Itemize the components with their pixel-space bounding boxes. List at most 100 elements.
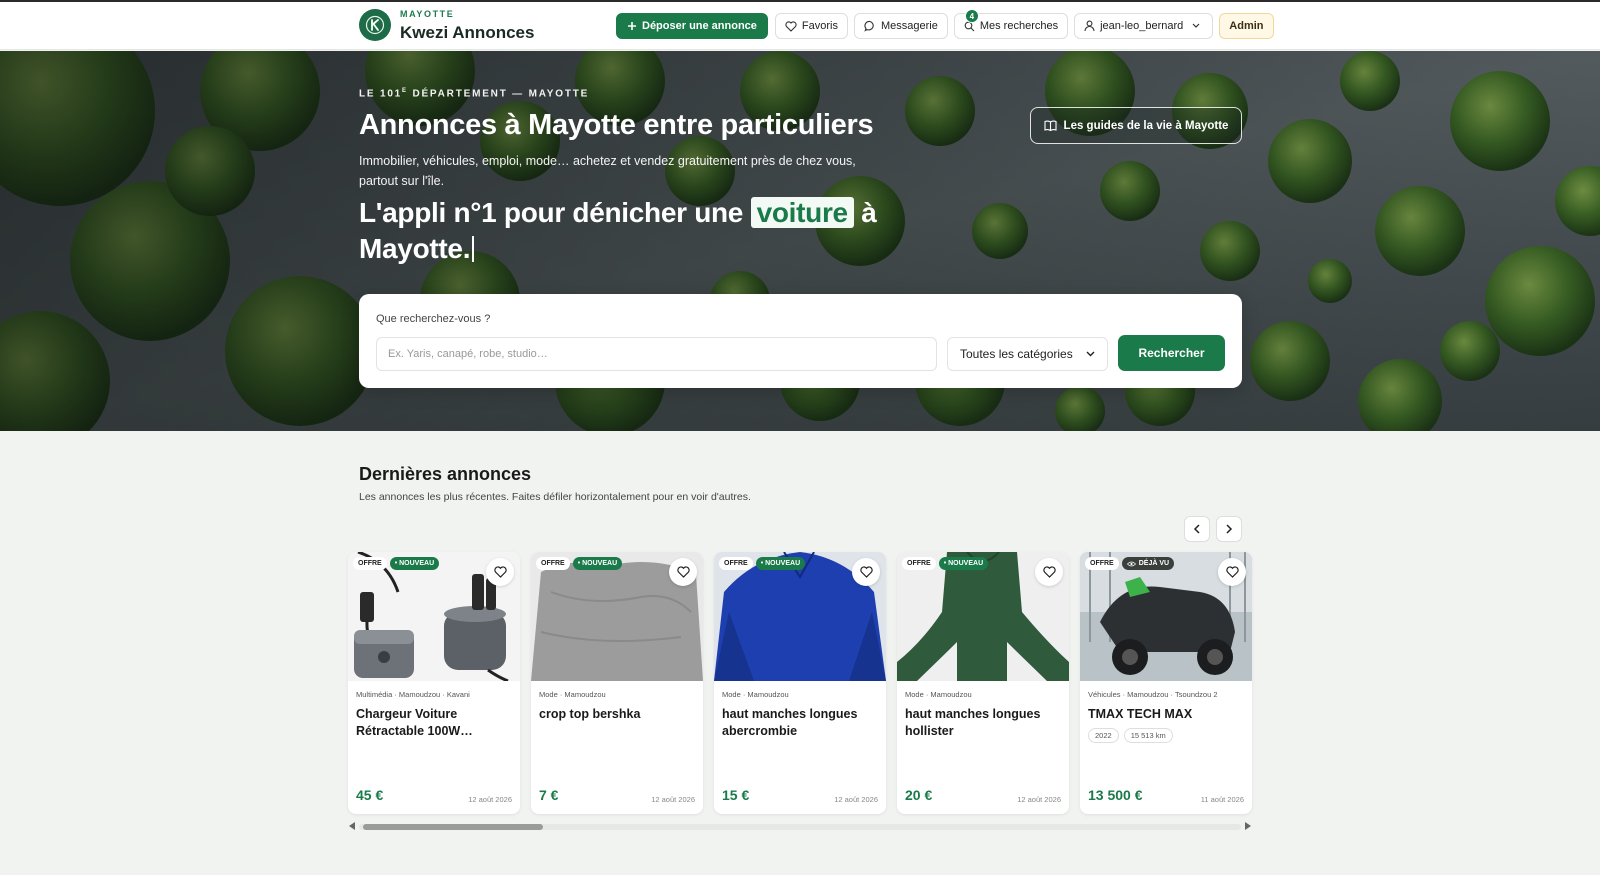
site-header: MAYOTTE Kwezi Annonces Déposer une annon… <box>0 2 1600 50</box>
year-chip: 2022 <box>1088 728 1119 743</box>
chevron-left-icon <box>1193 524 1200 534</box>
favorites-label: Favoris <box>801 20 838 32</box>
search-button[interactable]: Rechercher <box>1118 335 1225 371</box>
hero-section: LE 101E DÉPARTEMENT — MAYOTTE Annonces à… <box>0 51 1600 431</box>
offer-tag: OFFRE <box>353 557 387 570</box>
carousel-scrollbar[interactable] <box>347 820 1253 833</box>
offer-tag: OFFRE <box>1085 557 1119 570</box>
chevron-down-icon <box>1086 351 1095 357</box>
brand-subtitle: MAYOTTE <box>400 8 455 19</box>
listing-date: 12 août 2026 <box>1017 795 1061 804</box>
chevron-right-icon <box>1226 524 1233 534</box>
hero-title: Annonces à Mayotte entre particuliers <box>359 109 874 141</box>
offer-tag: OFFRE <box>536 557 570 570</box>
listing-date: 12 août 2026 <box>468 795 512 804</box>
heart-icon <box>785 20 797 32</box>
message-bubble-icon <box>864 20 874 32</box>
listing-card[interactable]: OFFRE • NOUVEAU Mode · Mamoudzou haut ma… <box>714 552 886 814</box>
favorite-heart-button[interactable] <box>486 558 514 586</box>
category-select[interactable]: Toutes les catégories <box>947 337 1108 371</box>
listing-price: 15 € <box>722 787 750 803</box>
brand-logo-link[interactable]: MAYOTTE Kwezi Annonces <box>359 9 534 41</box>
listing-title: haut manches longues hollister <box>905 707 1041 738</box>
listing-meta: Mode · Mamoudzou <box>722 690 789 699</box>
search-input[interactable]: Ex. Yaris, canapé, robe, studio… <box>376 337 937 371</box>
search-label: Que recherchez-vous ? <box>376 313 491 325</box>
deposit-ad-label: Déposer une annonce <box>642 20 757 32</box>
brand-name: Kwezi Annonces <box>400 22 535 42</box>
hero-eyebrow: LE 101E DÉPARTEMENT — MAYOTTE <box>359 88 590 100</box>
listing-meta: Mode · Mamoudzou <box>539 690 606 699</box>
book-icon <box>1043 120 1057 131</box>
mileage-chip: 15 513 km <box>1123 728 1173 743</box>
new-tag: • NOUVEAU <box>938 557 989 570</box>
messages-label: Messagerie <box>880 20 938 32</box>
scroll-left-arrow-icon[interactable] <box>349 822 355 830</box>
scrollbar-thumb[interactable] <box>363 824 543 830</box>
seen-tag: DÉJÀ VU <box>1121 557 1175 570</box>
listing-date: 12 août 2026 <box>834 795 878 804</box>
listing-date: 11 août 2026 <box>1200 795 1244 804</box>
carousel-next-button[interactable] <box>1216 516 1242 542</box>
heart-icon <box>493 566 507 578</box>
chevron-down-icon <box>1192 23 1200 28</box>
favorite-heart-button[interactable] <box>669 558 697 586</box>
listing-meta: Véhicules · Mamoudzou · Tsoundzou 2 <box>1088 690 1218 699</box>
admin-button[interactable]: Admin <box>1219 13 1274 39</box>
listing-title: Chargeur Voiture Rétractable 100W… <box>356 707 473 738</box>
listing-title: TMAX TECH MAX <box>1088 707 1193 721</box>
saved-searches-badge: 4 <box>964 9 979 23</box>
hero-description: Immobilier, véhicules, emploi, mode… ach… <box>359 154 856 188</box>
saved-searches-label: Mes recherches <box>979 20 1059 32</box>
typing-caret <box>472 236 475 262</box>
deposit-ad-button[interactable]: Déposer une annonce <box>616 13 768 39</box>
messages-button[interactable]: Messagerie <box>853 13 948 39</box>
heart-icon <box>676 566 690 578</box>
admin-label: Admin <box>1229 20 1264 32</box>
plus-icon <box>628 22 636 30</box>
carousel-prev-button[interactable] <box>1184 516 1210 542</box>
heart-icon <box>1042 566 1056 578</box>
listing-price: 20 € <box>905 787 933 803</box>
search-card: Que recherchez-vous ? Ex. Yaris, canapé,… <box>359 294 1242 388</box>
saved-searches-button[interactable]: 4 Mes recherches <box>953 9 1069 39</box>
listing-date: 12 août 2026 <box>651 795 695 804</box>
offer-tag: OFFRE <box>719 557 753 570</box>
slogan-highlight-word: voiture <box>750 197 854 228</box>
kwezi-logo-icon <box>359 9 391 41</box>
listing-title: crop top bershka <box>539 707 641 721</box>
new-tag: • NOUVEAU <box>572 557 623 570</box>
user-icon <box>1084 20 1095 32</box>
listing-card[interactable]: OFFRE • NOUVEAU Mode · Mamoudzou crop to… <box>531 552 703 814</box>
listing-card[interactable]: OFFRE • NOUVEAU Multimédia · Mamoudzou ·… <box>348 552 520 814</box>
offer-tag: OFFRE <box>902 557 936 570</box>
latest-listings-title: Dernières annonces <box>359 464 532 484</box>
favorite-heart-button[interactable] <box>852 558 880 586</box>
favorite-heart-button[interactable] <box>1218 558 1246 586</box>
heart-icon <box>1225 566 1239 578</box>
favorites-button[interactable]: Favoris <box>774 13 848 39</box>
listing-meta: Mode · Mamoudzou <box>905 690 972 699</box>
hero-slogan: L'appli n°1 pour dénicher une voiture à … <box>359 197 877 264</box>
scroll-right-arrow-icon[interactable] <box>1245 822 1251 830</box>
new-tag: • NOUVEAU <box>755 557 806 570</box>
listing-meta: Multimédia · Mamoudzou · Kavani <box>356 690 470 699</box>
listing-price: 7 € <box>539 787 559 803</box>
listing-title: haut manches longues abercrombie <box>722 707 858 738</box>
eye-icon <box>1126 561 1136 566</box>
listing-chips: 2022 15 513 km <box>1088 728 1178 743</box>
user-menu-button[interactable]: jean-leo_bernard <box>1074 13 1214 39</box>
category-select-value: Toutes les catégories <box>960 347 1073 361</box>
life-guides-label: Les guides de la vie à Mayotte <box>1063 119 1229 132</box>
favorite-heart-button[interactable] <box>1035 558 1063 586</box>
listing-price: 13 500 € <box>1088 787 1143 803</box>
user-name-label: jean-leo_bernard <box>1100 20 1184 32</box>
heart-icon <box>859 566 873 578</box>
listing-card[interactable]: OFFRE • NOUVEAU Mode · Mamoudzou haut ma… <box>897 552 1069 814</box>
listing-card[interactable]: OFFRE DÉJÀ VU Véhicules · Mamoudzou · Ts… <box>1080 552 1252 814</box>
latest-listings-subtitle: Les annonces les plus récentes. Faites d… <box>359 491 751 503</box>
new-tag: • NOUVEAU <box>389 557 440 570</box>
main-nav: Déposer une annonce Favoris Messagerie 4… <box>616 9 1280 39</box>
life-guides-button[interactable]: Les guides de la vie à Mayotte <box>1030 107 1242 144</box>
listing-price: 45 € <box>356 787 384 803</box>
